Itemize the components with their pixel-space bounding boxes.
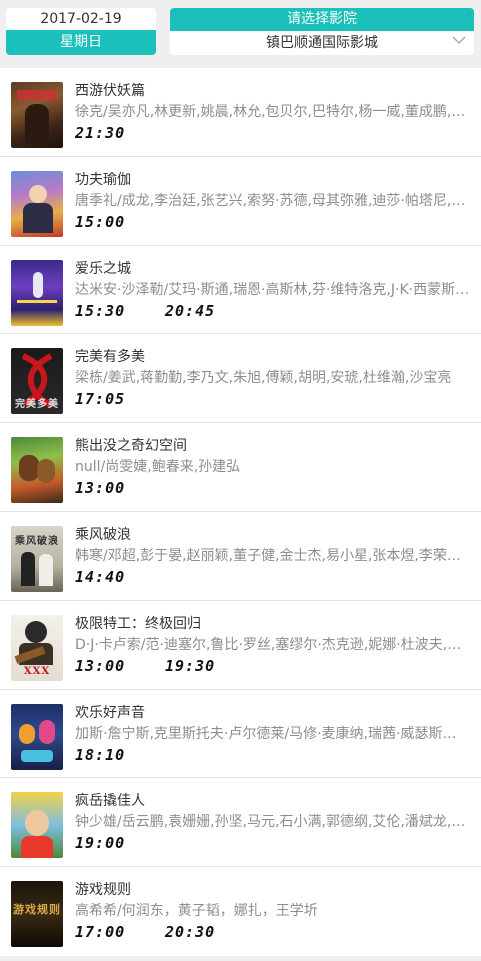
header-bar: 2017-02-19 星期日 请选择影院 镇巴顺通国际影城 bbox=[0, 0, 481, 66]
movie-title[interactable]: 游戏规则 bbox=[75, 881, 131, 899]
poster-title-text: 乘风破浪 bbox=[15, 535, 59, 547]
movie-poster[interactable]: 乘风破浪 bbox=[11, 525, 63, 592]
movie-cast: 高希希/何润东，黄子韬，娜扎，王学圻 bbox=[75, 903, 318, 920]
movie-item[interactable]: 完美多美 完美有多美 梁栋/姜武,蒋勤勤,李乃文,朱旭,傅颖,胡明,安琥,杜维瀚… bbox=[0, 334, 481, 424]
cinema-selector[interactable]: 请选择影院 镇巴顺通国际影城 bbox=[170, 8, 474, 55]
movie-poster[interactable] bbox=[11, 170, 63, 237]
movie-cast: 徐克/吴亦凡,林更新,姚晨,林允,包贝尔,巴特尔,杨一威,董成鹏,王… bbox=[75, 104, 470, 120]
movie-cast: 韩寒/邓超,彭于晏,赵丽颖,董子健,金士杰,易小星,张本煜,李荣浩,… bbox=[75, 547, 470, 564]
movie-title[interactable]: 完美有多美 bbox=[75, 348, 145, 366]
movie-cast: D·J·卡卢索/范·迪塞尔,鲁比·罗丝,塞缪尔·杰克逊,妮娜·杜波夫,迪… bbox=[75, 636, 470, 653]
movie-cast: null/尚雯婕,鲍春来,孙建弘 bbox=[75, 459, 241, 476]
date-value[interactable]: 2017-02-19 bbox=[6, 8, 156, 30]
showtime-button[interactable]: 19:00 bbox=[75, 833, 125, 853]
movie-poster[interactable] bbox=[11, 82, 63, 148]
movie-poster[interactable]: 完美多美 bbox=[11, 348, 63, 415]
movie-item[interactable]: XXX 极限特工：终极回归 D·J·卡卢索/范·迪塞尔,鲁比·罗丝,塞缪尔·杰克… bbox=[0, 601, 481, 690]
showtime-button[interactable]: 13:00 bbox=[75, 656, 125, 676]
movie-poster[interactable] bbox=[11, 792, 63, 859]
movie-title[interactable]: 功夫瑜伽 bbox=[75, 171, 131, 189]
showtime-button[interactable]: 19:30 bbox=[165, 656, 215, 676]
movie-title[interactable]: 熊出没之奇幻空间 bbox=[75, 437, 187, 455]
poster-title-text: 完美多美 bbox=[15, 399, 59, 411]
movie-cast: 梁栋/姜武,蒋勤勤,李乃文,朱旭,傅颖,胡明,安琥,杜维瀚,沙宝亮 bbox=[75, 370, 452, 387]
movie-title[interactable]: 乘风破浪 bbox=[75, 526, 131, 544]
poster-title-text: 游戏规则 bbox=[13, 903, 61, 917]
movie-poster[interactable]: XXX bbox=[11, 614, 63, 681]
chevron-down-icon[interactable] bbox=[452, 34, 466, 46]
showtime-button[interactable]: 21:30 bbox=[75, 123, 125, 143]
movie-cast: 钟少雄/岳云鹏,袁姗姗,孙坚,马元,石小满,郭德纲,艾伦,潘斌龙,杨能 bbox=[75, 814, 470, 831]
movie-item[interactable]: 熊出没之奇幻空间 null/尚雯婕,鲍春来,孙建弘 13:00 bbox=[0, 423, 481, 512]
showtime-button[interactable]: 20:30 bbox=[165, 922, 215, 942]
movie-title[interactable]: 爱乐之城 bbox=[75, 260, 131, 278]
movie-title[interactable]: 欢乐好声音 bbox=[75, 704, 145, 722]
showtime-button[interactable]: 18:10 bbox=[75, 745, 125, 765]
movie-list: 西游伏妖篇 徐克/吴亦凡,林更新,姚晨,林允,包贝尔,巴特尔,杨一威,董成鹏,王… bbox=[0, 68, 481, 956]
movie-poster[interactable]: 游戏规则 bbox=[11, 881, 63, 948]
showtime-button[interactable]: 15:00 bbox=[75, 212, 125, 232]
date-picker[interactable]: 2017-02-19 星期日 bbox=[6, 8, 156, 55]
poster-title-text: XXX bbox=[23, 665, 51, 677]
cinema-selected-name: 镇巴顺通国际影城 bbox=[266, 35, 378, 51]
movie-cast: 唐季礼/成龙,李治廷,张艺兴,索努·苏德,母其弥雅,迪莎·帕塔尼,艾… bbox=[75, 192, 470, 209]
movie-cast: 达米安·沙泽勒/艾玛·斯通,瑞恩·高斯林,芬·维特洛克,J·K·西蒙斯,… bbox=[75, 281, 470, 298]
cinema-dropdown[interactable]: 镇巴顺通国际影城 bbox=[170, 31, 474, 55]
movie-item[interactable]: 欢乐好声音 加斯·詹宁斯,克里斯托夫·卢尔德莱/马修·麦康纳,瑞茜·威瑟斯彭,…… bbox=[0, 690, 481, 779]
showtime-button[interactable]: 14:40 bbox=[75, 567, 125, 587]
movie-item[interactable]: 乘风破浪 乘风破浪 韩寒/邓超,彭于晏,赵丽颖,董子健,金士杰,易小星,张本煜,… bbox=[0, 512, 481, 601]
movie-item[interactable]: 疯岳撬佳人 钟少雄/岳云鹏,袁姗姗,孙坚,马元,石小满,郭德纲,艾伦,潘斌龙,杨… bbox=[0, 778, 481, 868]
movie-item[interactable]: 爱乐之城 达米安·沙泽勒/艾玛·斯通,瑞恩·高斯林,芬·维特洛克,J·K·西蒙斯… bbox=[0, 246, 481, 335]
showtime-button[interactable]: 17:05 bbox=[75, 389, 125, 409]
movie-title[interactable]: 疯岳撬佳人 bbox=[75, 792, 145, 810]
weekday-label: 星期日 bbox=[6, 30, 156, 55]
movie-item[interactable]: 游戏规则 游戏规则 高希希/何润东，黄子韬，娜扎，王学圻 17:00 20:30 bbox=[0, 867, 481, 956]
showtime-button[interactable]: 13:00 bbox=[75, 478, 125, 498]
showtime-button[interactable]: 17:00 bbox=[75, 922, 125, 942]
movie-poster[interactable] bbox=[11, 703, 63, 770]
movie-cast: 加斯·詹宁斯,克里斯托夫·卢尔德莱/马修·麦康纳,瑞茜·威瑟斯彭,… bbox=[75, 725, 470, 742]
movie-title[interactable]: 极限特工：终极回归 bbox=[75, 615, 201, 633]
movie-poster[interactable] bbox=[11, 437, 63, 504]
movie-item[interactable]: 西游伏妖篇 徐克/吴亦凡,林更新,姚晨,林允,包贝尔,巴特尔,杨一威,董成鹏,王… bbox=[0, 68, 481, 157]
showtime-button[interactable]: 15:30 bbox=[75, 301, 125, 321]
movie-title[interactable]: 西游伏妖篇 bbox=[75, 82, 145, 100]
movie-item[interactable]: 功夫瑜伽 唐季礼/成龙,李治廷,张艺兴,索努·苏德,母其弥雅,迪莎·帕塔尼,艾…… bbox=[0, 157, 481, 246]
movie-poster[interactable] bbox=[11, 259, 63, 326]
cinema-select-label: 请选择影院 bbox=[170, 8, 474, 31]
showtime-button[interactable]: 20:45 bbox=[165, 301, 215, 321]
